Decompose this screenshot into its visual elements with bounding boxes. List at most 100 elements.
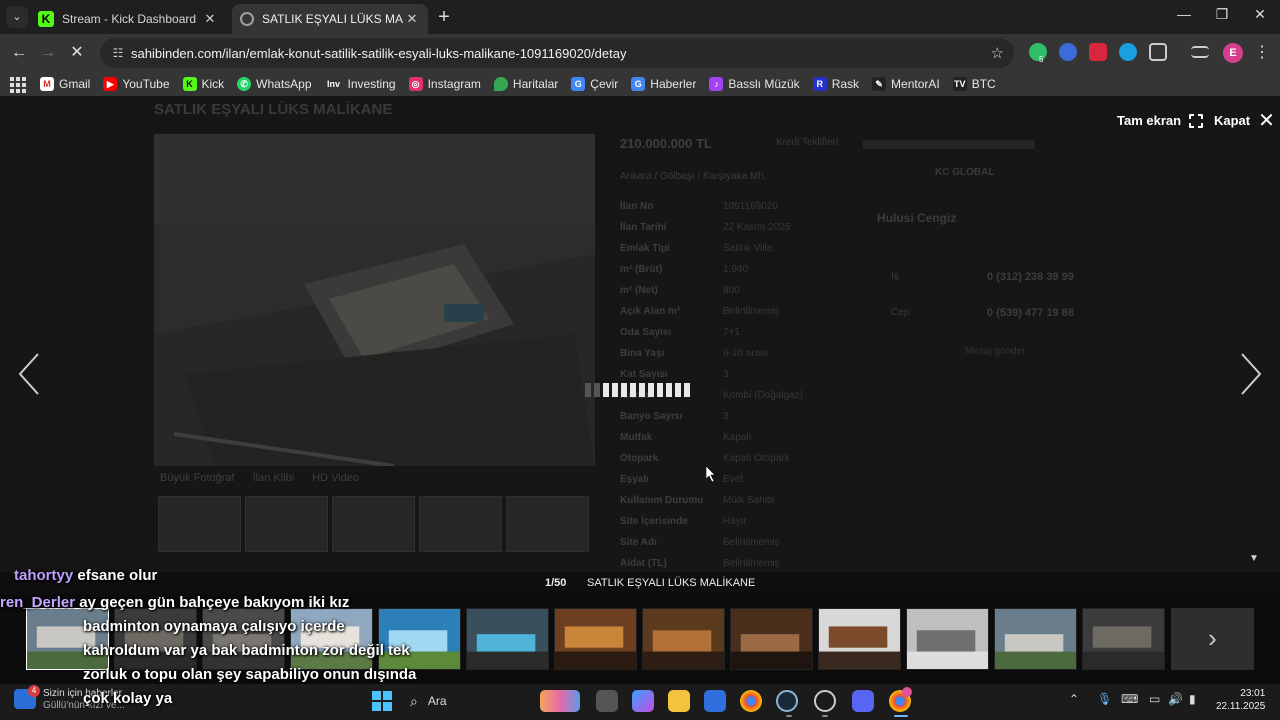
microphone-icon[interactable]: 🎙 — [1097, 692, 1112, 706]
taskbar-clock[interactable]: 23:01 22.11.2025 — [1216, 687, 1265, 713]
bookmark-gmail[interactable]: M Gmail — [40, 77, 90, 91]
bookmark-investing[interactable]: Inv Investing — [324, 77, 396, 91]
minimize-icon[interactable]: — — [1172, 6, 1196, 22]
windows-start-icon[interactable] — [372, 691, 392, 711]
forward-icon[interactable]: → — [37, 42, 59, 64]
news-icon: G — [631, 77, 646, 91]
copilot-icon[interactable] — [632, 690, 654, 712]
task-view-icon[interactable] — [596, 690, 618, 712]
lightbox-thumbnail[interactable] — [554, 608, 637, 670]
next-photo-arrow[interactable] — [1236, 350, 1266, 398]
listing-clip-link[interactable]: İlan Klibi — [253, 472, 295, 484]
main-photo[interactable] — [154, 134, 595, 466]
browser-toolbar: ← → ✕ ☷ sahibinden.com/ilan/emlak-konut-… — [0, 34, 1280, 72]
instagram-icon: ◎ — [408, 77, 423, 91]
discord-icon[interactable] — [852, 690, 874, 712]
keyboard-icon[interactable]: ⌨ — [1121, 692, 1138, 706]
video-extension-icon[interactable] — [1089, 43, 1107, 61]
menu-icon[interactable]: ⋮ — [1251, 42, 1273, 64]
chat-message: çok kolay ya — [83, 690, 173, 707]
bookmark-translate[interactable]: G Çevir — [571, 77, 618, 91]
store-icon[interactable] — [704, 690, 726, 712]
hd-video-link[interactable]: HD Video — [312, 472, 359, 484]
location-breadcrumb[interactable]: Ankara / Gölbaşı / Karşıyaka Mh. — [620, 171, 767, 182]
bookmark-maps[interactable]: Haritalar — [493, 77, 558, 91]
spec-key: Mutfak — [620, 432, 653, 443]
bookmark-label: Basslı Müzük — [728, 77, 800, 91]
send-message-link[interactable]: Mesaj gönder — [965, 346, 1026, 357]
bookmark-label: Investing — [347, 77, 396, 91]
spec-key: Bina Yaşı — [620, 348, 665, 359]
profile-avatar[interactable]: E — [1223, 43, 1243, 63]
site-info-icon[interactable]: ☷ — [110, 45, 126, 61]
previous-photo-arrow[interactable] — [14, 350, 44, 398]
back-icon[interactable]: ← — [8, 42, 30, 64]
chrome-icon[interactable] — [740, 690, 762, 712]
spec-value: 1.940 — [723, 264, 749, 275]
window-close-icon[interactable]: ✕ — [1248, 6, 1272, 23]
page-thumbnail[interactable] — [245, 496, 328, 552]
volume-icon[interactable]: 🔊 — [1168, 692, 1183, 706]
stop-icon[interactable]: ✕ — [66, 42, 88, 64]
obs-icon[interactable] — [814, 690, 836, 712]
bookmark-instagram[interactable]: ◎ Instagram — [408, 77, 481, 91]
listing-page: SATLIK EŞYALI LÜKS MALİKANE Büyük Fotoğr… — [0, 96, 1280, 572]
fullscreen-button[interactable]: Tam ekran — [1117, 112, 1205, 129]
credit-offers-link[interactable]: Kredi Teklifleri — [776, 137, 838, 148]
lightbox-thumbnail[interactable] — [642, 608, 725, 670]
page-thumbnail[interactable] — [419, 496, 502, 552]
extensions-puzzle-icon[interactable] — [1149, 43, 1167, 61]
tab-search-button[interactable]: ⌄ — [6, 6, 28, 28]
maximize-icon[interactable]: ❐ — [1210, 6, 1234, 23]
close-lightbox-button[interactable]: Kapat ✕ — [1214, 111, 1275, 131]
file-explorer-icon[interactable] — [668, 690, 690, 712]
search-highlight-icon[interactable] — [540, 690, 580, 712]
translate-extension-icon[interactable] — [1059, 43, 1077, 61]
page-thumbnail[interactable] — [506, 496, 589, 552]
bookmark-mentorai[interactable]: ✎ MentorAI — [872, 77, 940, 91]
url-text[interactable]: sahibinden.com/ilan/emlak-konut-satilik-… — [131, 46, 626, 61]
address-bar[interactable]: ☷ sahibinden.com/ilan/emlak-konut-satili… — [100, 38, 1014, 68]
close-tab-icon[interactable]: ✕ — [404, 11, 420, 27]
steam-icon[interactable] — [776, 690, 798, 712]
bookmark-whatsapp[interactable]: ✆ WhatsApp — [237, 77, 312, 91]
bookmark-music[interactable]: ♪ Basslı Müzük — [709, 77, 800, 91]
tray-chevron-icon[interactable]: ⌃ — [1069, 692, 1079, 706]
scroll-down-icon[interactable]: ▼ — [1249, 553, 1259, 564]
lightbox-thumbnail[interactable] — [906, 608, 989, 670]
bookmark-news[interactable]: G Haberler — [631, 77, 696, 91]
network-icon[interactable]: ▭ — [1149, 692, 1160, 706]
big-photo-link[interactable]: Büyük Fotoğraf — [160, 472, 235, 484]
lightbox-thumbnail[interactable] — [466, 608, 549, 670]
lightbox-thumbnail[interactable] — [1082, 608, 1165, 670]
running-indicator — [786, 715, 792, 717]
thumbnail-next-button[interactable]: › — [1171, 608, 1254, 670]
spec-key: m² (Brüt) — [620, 264, 663, 275]
spec-row: Mutfak Kapalı — [620, 427, 830, 448]
new-tab-button[interactable]: + — [434, 7, 454, 27]
page-thumbnail[interactable] — [158, 496, 241, 552]
page-thumbnail[interactable] — [332, 496, 415, 552]
spec-row: Oda Sayısı 7+1 — [620, 322, 830, 343]
lightbox-thumbnail[interactable] — [378, 608, 461, 670]
mansion-aerial-image — [154, 134, 595, 466]
spec-row: Kat Sayısı 3 — [620, 364, 830, 385]
battery-icon[interactable]: ▮ — [1189, 692, 1196, 706]
bookmark-btc[interactable]: TV BTC — [952, 77, 996, 91]
apps-grid-icon[interactable] — [8, 75, 26, 93]
tab-kick-dashboard[interactable]: K Stream - Kick Dashboard ✕ — [30, 4, 226, 34]
bookmark-kick[interactable]: K Kick — [182, 77, 224, 91]
lightbox-thumbnail[interactable] — [994, 608, 1077, 670]
extension-icon[interactable] — [1029, 43, 1047, 61]
lightbox-thumbnail[interactable] — [730, 608, 813, 670]
media-icon[interactable] — [1191, 46, 1209, 58]
bookmark-star-icon[interactable]: ☆ — [991, 44, 1004, 62]
bookmark-youtube[interactable]: ▶ YouTube — [103, 77, 170, 91]
close-tab-icon[interactable]: ✕ — [202, 11, 218, 27]
bookmark-rask[interactable]: R Rask — [812, 77, 859, 91]
spec-row: Bina Yaşı 6-10 arası — [620, 343, 830, 364]
tab-sahibinden[interactable]: SATLIK EŞYALI LÜKS MALİKANE ✕ — [232, 4, 428, 34]
lightbox-thumbnail[interactable] — [818, 608, 901, 670]
bookmark-label: Gmail — [59, 77, 91, 91]
vpn-extension-icon[interactable] — [1119, 43, 1137, 61]
